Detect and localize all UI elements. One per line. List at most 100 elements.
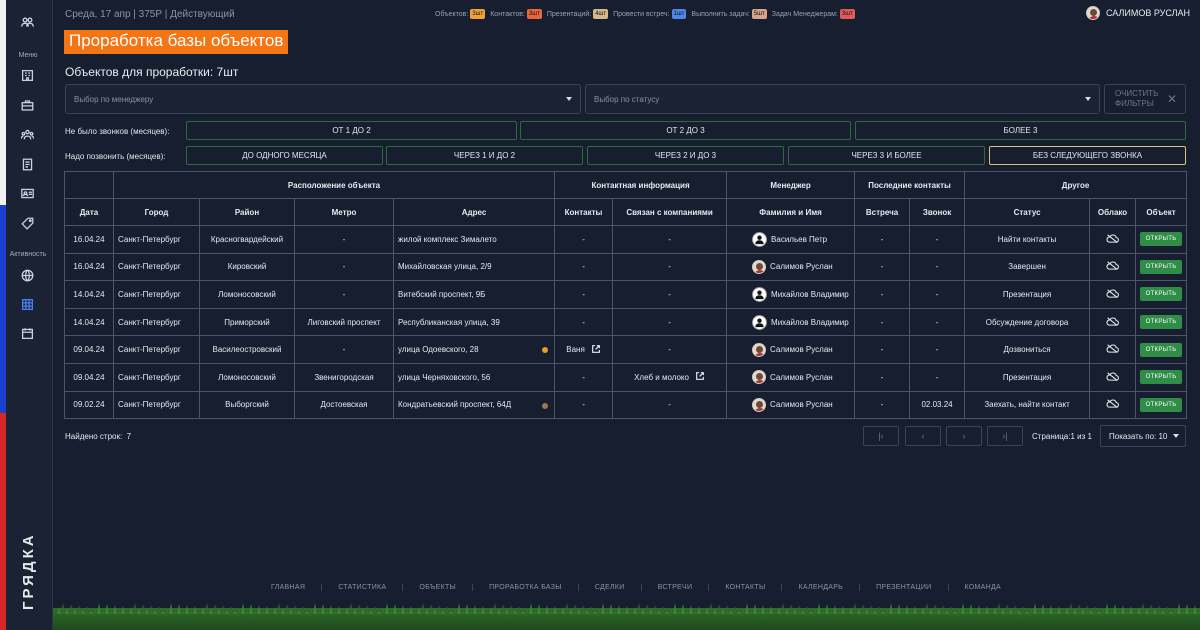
external-link-icon[interactable] [591, 344, 601, 356]
cell-district-text: Кировский [227, 262, 267, 272]
manager-name: Михайлов Владимир [771, 317, 849, 327]
open-object-button[interactable]: ОТКРЫТЬ [1139, 342, 1183, 357]
cell-company-text: - [668, 262, 671, 272]
clear-filters-button[interactable]: ОЧИСТИТЬ ФИЛЬТРЫ ✕ [1104, 84, 1186, 114]
no-calls-option-3[interactable]: БОЛЕЕ 3 [855, 121, 1186, 140]
manager-name: Михайлов Владимир [771, 289, 849, 299]
cell-district-text: Красногвардейский [210, 234, 284, 244]
external-link-icon[interactable] [695, 371, 705, 383]
manager-select[interactable]: Выбор по менеджеру [65, 84, 581, 114]
cloud-off-icon[interactable] [1106, 234, 1119, 246]
last-page-icon: ›| [1002, 431, 1008, 441]
user-menu[interactable]: САЛИМОВ РУСЛАН [1086, 6, 1190, 20]
open-object-button[interactable]: ОТКРЫТЬ [1139, 315, 1183, 330]
grass-decoration [53, 603, 1200, 630]
counter-badge: 1шт [671, 9, 687, 19]
open-object-button[interactable]: ОТКРЫТЬ [1139, 232, 1183, 247]
cell-meeting: - [854, 362, 911, 392]
cell-company-content: - [614, 235, 726, 244]
column-header: Связан с компаниями [612, 198, 728, 226]
next-page-button[interactable]: › [946, 426, 982, 446]
cell-contacts[interactable]: Ваня [554, 335, 614, 364]
cell-company: - [612, 335, 728, 364]
status-dot [542, 402, 549, 409]
counter-label: Провести встреч: [613, 10, 670, 18]
cloud-off-icon[interactable] [1106, 344, 1119, 356]
id-card-icon[interactable] [20, 186, 34, 200]
cloud-off-icon[interactable] [1106, 372, 1119, 384]
open-object-button[interactable]: ОТКРЫТЬ [1139, 259, 1183, 274]
bottom-nav-item-9[interactable]: ПРЕЗЕНТАЦИИ [860, 584, 949, 591]
bottom-nav-item-5[interactable]: СДЕЛКИ [579, 584, 642, 591]
cell-company-content: - [614, 400, 726, 409]
cell-address-text: улица Одоевского, 28 [398, 345, 479, 355]
prev-page-button[interactable]: ‹ [905, 426, 941, 446]
bottom-nav-item-8[interactable]: КАЛЕНДАРЬ [782, 584, 861, 591]
globe-icon[interactable] [20, 268, 34, 282]
document-icon[interactable] [20, 157, 34, 171]
manager-avatar-placeholder [752, 314, 768, 330]
cell-meeting: - [854, 307, 911, 337]
calendar-icon[interactable] [20, 326, 34, 340]
cell-date: 16.04.24 [64, 225, 114, 254]
cell-cloud [1089, 280, 1137, 309]
status-select[interactable]: Выбор по статусу [585, 84, 1100, 114]
table-row: 16.04.24 Санкт-Петербург Кировский - Михайло… [64, 252, 1188, 282]
cell-contacts-text: - [582, 289, 585, 299]
cell-date-text: 09.04.24 [73, 372, 105, 382]
table-row: 09.04.24 Санкт-Петербург Василеостровский -… [64, 335, 1188, 364]
bottom-nav-item-3[interactable]: ОБЪЕКТЫ [403, 584, 474, 591]
cell-contacts-text: - [582, 400, 585, 410]
bottom-nav-item-2[interactable]: СТАТИСТИКА [322, 584, 404, 591]
building-icon[interactable] [20, 68, 34, 82]
need-call-option-3[interactable]: ЧЕРЕЗ 2 И ДО 3 [587, 146, 784, 165]
last-page-button[interactable]: ›| [987, 426, 1023, 446]
per-page-select[interactable]: Показать по: 10 [1100, 425, 1186, 447]
first-page-button[interactable]: |‹ [863, 426, 899, 446]
cell-company[interactable]: Хлеб и молоко [612, 362, 728, 392]
column-header: Фамилия и Имя [726, 198, 856, 226]
cloud-off-icon[interactable] [1106, 317, 1119, 329]
flag-white-stripe [0, 0, 6, 205]
cloud-off-icon[interactable] [1106, 261, 1119, 273]
counter-5: Задач Менеджерам: 3шт [772, 9, 855, 19]
grid-icon[interactable] [20, 297, 34, 311]
need-call-option-5[interactable]: БЕЗ СЛЕДУЮЩЕГО ЗВОНКА [989, 146, 1186, 165]
cell-metro-text: - [342, 262, 346, 272]
open-object-button[interactable]: ОТКРЫТЬ [1139, 397, 1183, 412]
need-call-option-4[interactable]: ЧЕРЕЗ 3 И БОЛЕЕ [788, 146, 985, 165]
cloud-off-icon[interactable] [1106, 289, 1119, 301]
bottom-nav-item-6[interactable]: ВСТРЕЧИ [642, 584, 710, 591]
open-object-button[interactable]: ОТКРЫТЬ [1139, 287, 1183, 302]
team-icon[interactable] [20, 15, 34, 29]
cloud-off-icon[interactable] [1106, 399, 1119, 411]
cell-metro-text: Достоевская [320, 400, 368, 410]
cell-open: ОТКРЫТЬ [1135, 307, 1188, 337]
cell-date-text: 09.02.24 [73, 400, 105, 410]
no-calls-option-2[interactable]: ОТ 2 ДО 3 [520, 121, 851, 140]
need-call-option-1[interactable]: ДО ОДНОГО МЕСЯЦА [186, 146, 383, 165]
counter-1: Контактов: 3шт [490, 9, 542, 19]
bottom-nav-item-10[interactable]: КОМАНДА [949, 584, 1018, 591]
tag-icon[interactable] [20, 216, 34, 230]
cell-call: - [909, 252, 966, 282]
bottom-nav-item-4[interactable]: ПРОРАБОТКА БАЗЫ [473, 584, 579, 591]
cell-city: Санкт-Петербург [113, 362, 200, 392]
cell-call-text: - [935, 345, 939, 355]
open-object-button[interactable]: ОТКРЫТЬ [1139, 370, 1183, 385]
manager-avatar [752, 259, 767, 274]
bottom-nav-item-7[interactable]: КОНТАКТЫ [709, 584, 783, 591]
manager-avatar [752, 342, 767, 357]
cell-meeting-text: - [880, 372, 884, 382]
table-group-header: Расположение объекта [112, 171, 556, 199]
column-header: Контакты [554, 198, 614, 226]
manager-content: Салимов Руслан [728, 397, 854, 412]
users-icon[interactable] [20, 127, 34, 141]
counter-badge: 3шт [470, 9, 486, 19]
bottom-nav-item-1[interactable]: ГЛАВНАЯ [255, 584, 323, 591]
briefcase-icon[interactable] [20, 98, 34, 112]
cell-open: ОТКРЫТЬ [1135, 335, 1188, 364]
cell-cloud [1089, 225, 1137, 254]
need-call-option-2[interactable]: ЧЕРЕЗ 1 И ДО 2 [386, 146, 583, 165]
no-calls-option-1[interactable]: ОТ 1 ДО 2 [186, 121, 517, 140]
